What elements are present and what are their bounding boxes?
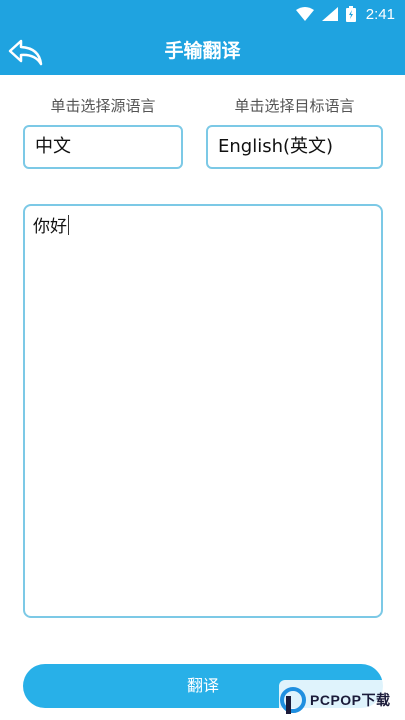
watermark: PCPOP下载 xyxy=(279,680,405,720)
signal-icon xyxy=(321,7,338,21)
watermark-text: PCPOP下载 xyxy=(310,692,391,708)
source-language-selector[interactable]: 中文 xyxy=(23,125,183,169)
translation-input[interactable]: 你好 xyxy=(23,204,383,618)
battery-icon xyxy=(345,6,356,22)
target-language-selector[interactable]: English(英文) xyxy=(206,125,383,169)
status-bar: 2:41 xyxy=(0,0,405,28)
page-title: 手输翻译 xyxy=(164,40,241,62)
pcpop-logo-icon xyxy=(280,687,306,714)
source-language-label: 单击选择源语言 xyxy=(50,97,156,115)
input-text: 你好 xyxy=(33,217,67,237)
wifi-icon xyxy=(295,7,314,21)
target-language-label: 单击选择目标语言 xyxy=(234,97,355,115)
text-cursor xyxy=(68,215,69,235)
status-icons: 2:41 xyxy=(295,4,395,24)
status-time: 2:41 xyxy=(365,5,395,23)
app-bar: 手输翻译 xyxy=(0,28,405,75)
